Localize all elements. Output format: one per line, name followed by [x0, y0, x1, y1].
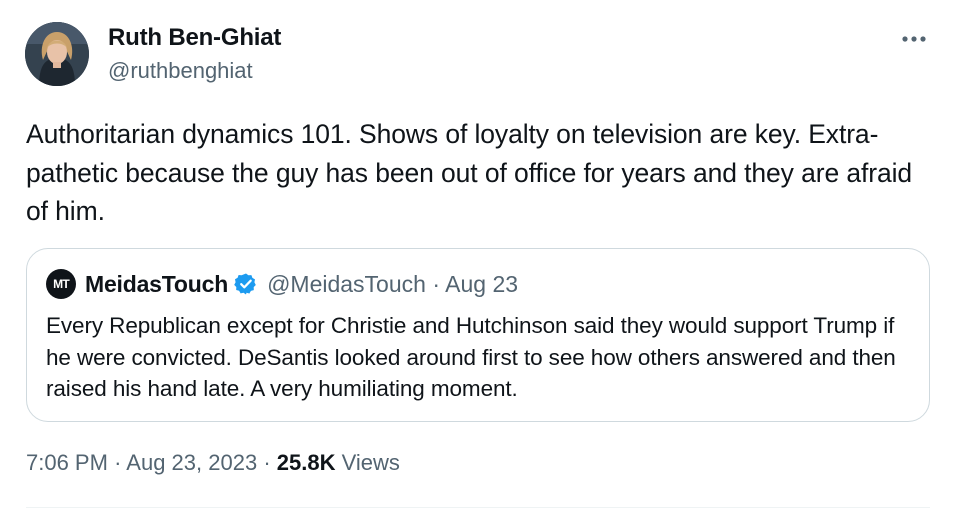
quoted-author-name[interactable]: MeidasTouch — [85, 271, 228, 298]
divider — [26, 507, 930, 508]
quoted-tweet-text: Every Republican except for Christie and… — [46, 313, 896, 401]
quoted-tweet-header: MeidasTouch @MeidasTouch · Aug 23 — [85, 269, 518, 299]
meta-separator: · — [114, 450, 122, 475]
more-horizontal-icon — [902, 36, 926, 42]
tweet-date[interactable]: Aug 23, 2023 — [126, 450, 257, 475]
author-avatar-image — [25, 22, 89, 86]
author-name[interactable]: Ruth Ben-Ghiat — [108, 24, 281, 52]
views-count: 25.8K — [276, 450, 336, 475]
meta-separator: · — [263, 450, 271, 475]
tweet-text: Authoritarian dynamics 101. Shows of loy… — [26, 119, 913, 226]
quoted-author-handle[interactable]: @MeidasTouch — [267, 271, 426, 297]
tweet-meta: 7:06 PM · Aug 23, 2023 · 25.8K Views — [26, 450, 400, 476]
quoted-handle-date: @MeidasTouch · Aug 23 — [267, 271, 518, 298]
quoted-date[interactable]: Aug 23 — [445, 271, 518, 297]
tweet: Ruth Ben-Ghiat @ruthbenghiat Authoritari… — [0, 0, 966, 528]
tweet-time[interactable]: 7:06 PM — [26, 450, 108, 475]
views-label: Views — [341, 450, 400, 475]
quoted-separator: · — [432, 270, 440, 297]
quoted-author-avatar[interactable]: MT — [46, 269, 76, 299]
quoted-tweet[interactable]: MT MeidasTouch @MeidasTouch · Aug 23 Eve… — [26, 248, 930, 422]
more-options-button[interactable] — [894, 24, 934, 54]
verified-badge-icon — [234, 272, 258, 296]
author-avatar[interactable] — [25, 22, 89, 86]
author-handle[interactable]: @ruthbenghiat — [108, 58, 253, 84]
